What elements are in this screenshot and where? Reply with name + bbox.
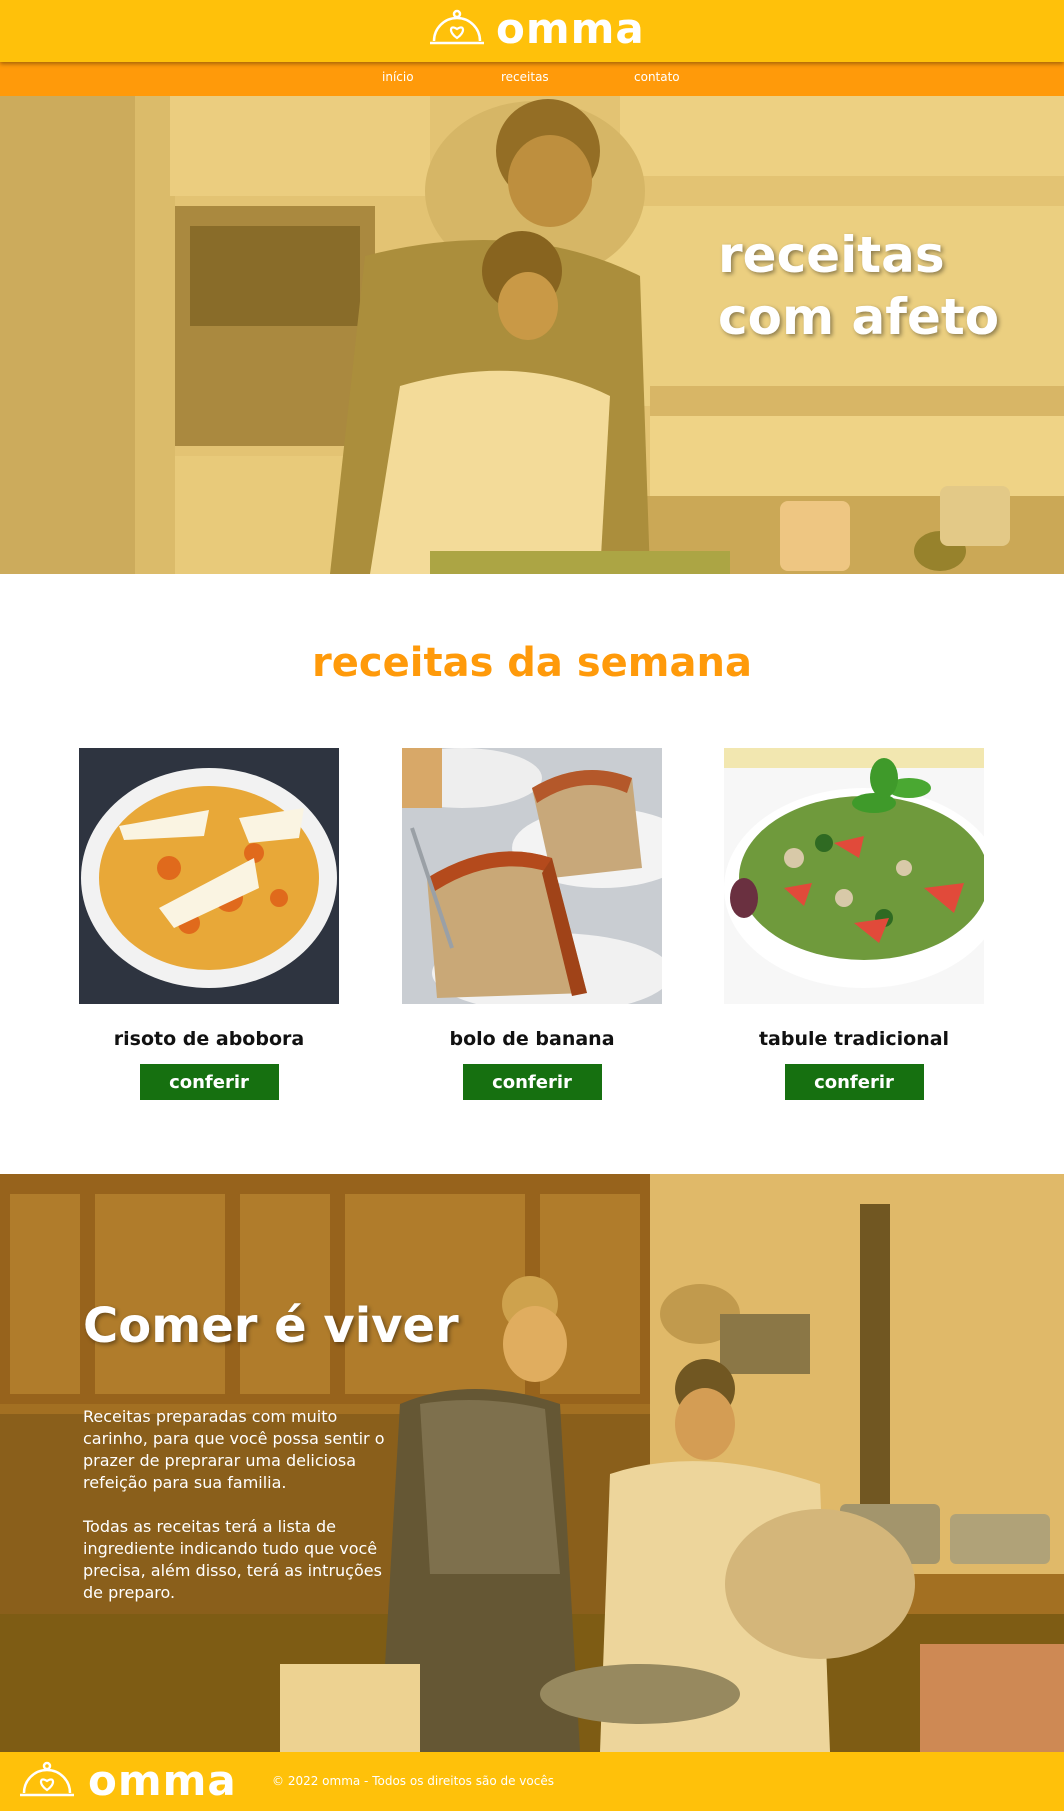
nav-link-contato[interactable]: contato [634, 70, 680, 84]
footer-brand-name: omma [88, 1756, 237, 1805]
hero-banner: receitas com afeto [0, 96, 1064, 574]
brand-name: omma [496, 4, 645, 53]
copyright-text: © 2022 omma - Todos os direitos são de v… [272, 1774, 554, 1788]
tabbouleh-salad-image [724, 748, 984, 1004]
recipe-card: tabule tradicional conferir [724, 748, 984, 1100]
conferir-button[interactable]: conferir [462, 1064, 602, 1100]
about-paragraph-1: Receitas preparadas com muito carinho, p… [83, 1407, 385, 1492]
about-section: Comer é viver Receitas preparadas com mu… [0, 1174, 1064, 1752]
pumpkin-risotto-image [79, 748, 339, 1004]
about-paragraph-2: Todas as receitas terá a lista de ingred… [83, 1517, 382, 1602]
conferir-button[interactable]: conferir [139, 1064, 279, 1100]
food-cloche-heart-icon [20, 1761, 74, 1797]
weekly-recipes-title: receitas da semana [312, 640, 752, 686]
site-footer: omma © 2022 omma - Todos os direitos são… [0, 1752, 1064, 1811]
nav-link-receitas[interactable]: receitas [501, 70, 549, 84]
recipe-name: risoto de abobora [113, 1028, 305, 1050]
recipe-card: risoto de abobora conferir [79, 748, 339, 1100]
food-cloche-heart-icon [430, 9, 484, 45]
recipe-name: tabule tradicional [758, 1028, 950, 1050]
hero-title: receitas com afeto [718, 224, 999, 348]
hero-title-line1: receitas [718, 226, 945, 284]
about-title: Comer é viver [83, 1298, 459, 1354]
recipe-card: bolo de banana conferir [402, 748, 662, 1100]
nav-link-inicio[interactable]: início [382, 70, 414, 84]
conferir-button[interactable]: conferir [784, 1064, 924, 1100]
site-header: omma [0, 0, 1064, 62]
main-nav: início receitas contato [0, 62, 1064, 96]
banana-cake-image [402, 748, 662, 1004]
brand-logo[interactable]: omma [428, 6, 645, 52]
footer-brand-logo[interactable]: omma [18, 1758, 237, 1804]
recipe-name: bolo de banana [449, 1028, 615, 1050]
hero-title-line2: com afeto [718, 288, 1000, 346]
